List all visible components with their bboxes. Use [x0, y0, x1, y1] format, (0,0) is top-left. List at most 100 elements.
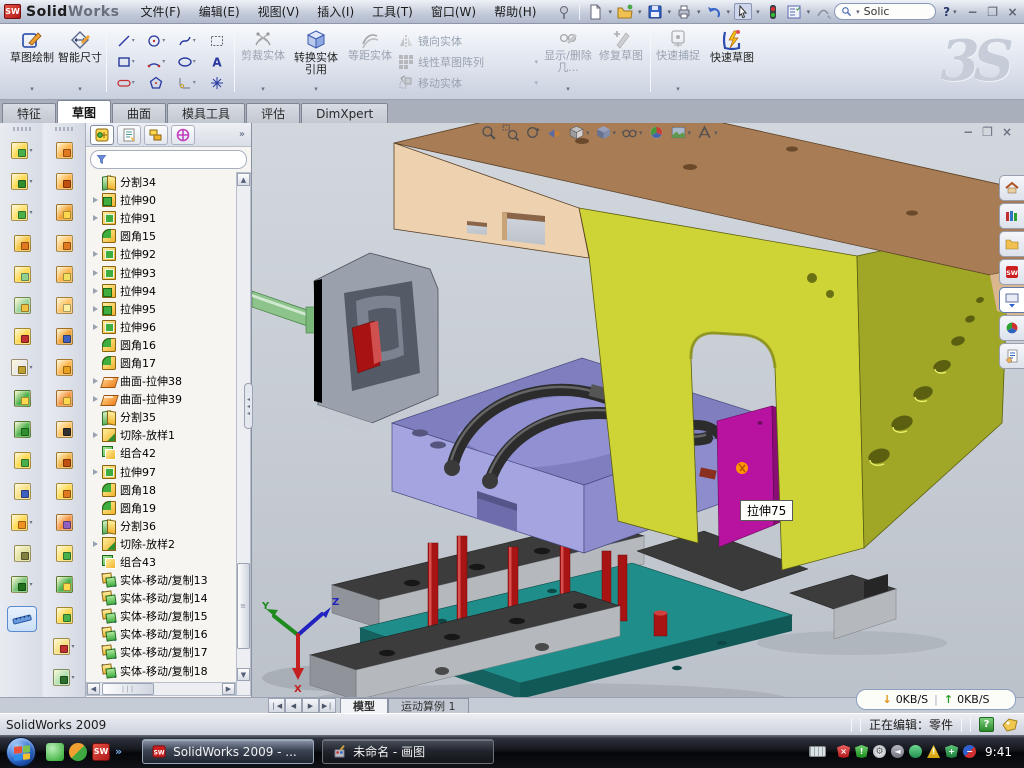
tree-item-实体-移动/复制13[interactable]: 实体-移动/复制13 — [86, 571, 236, 589]
extruded-cut-button[interactable]: ▾ — [11, 166, 32, 197]
propertymanager-icon[interactable] — [117, 125, 141, 145]
search-scope-dropdown[interactable]: ▾ — [856, 8, 860, 16]
tree-item-圆角16[interactable]: 圆角16 — [86, 336, 236, 354]
menu-4[interactable]: 工具(T) — [363, 1, 422, 22]
tab-评估[interactable]: 评估 — [246, 103, 300, 123]
loft-button[interactable] — [14, 228, 31, 259]
display-delete-relations-button[interactable]: 显示/删除几...▾ — [542, 27, 594, 97]
quick-snaps-button[interactable]: 快速捕捉▾ — [656, 27, 700, 97]
input-method-icon[interactable] — [809, 746, 826, 757]
repair-sketch-button[interactable]: 修复草图 — [598, 27, 644, 97]
delete-body-button[interactable] — [14, 538, 31, 569]
new-document-icon[interactable] — [586, 3, 604, 20]
rapid-sketch-button[interactable]: 快速草图 — [706, 27, 758, 97]
tree-item-实体-移动/复制16[interactable]: 实体-移动/复制16 — [86, 625, 236, 643]
zoom-area-icon[interactable] — [502, 124, 519, 141]
volume-icon[interactable]: ◄ — [891, 745, 904, 758]
scene-icon[interactable]: ▾ — [670, 124, 692, 141]
revolved-surface-button[interactable] — [56, 166, 73, 197]
tree-item-拉伸93[interactable]: 拉伸93 — [86, 263, 236, 281]
tree-item-分割35[interactable]: 分割35 — [86, 408, 236, 426]
sync-status-icon[interactable]: − — [963, 745, 976, 758]
network-warning-icon[interactable]: ! — [927, 745, 940, 758]
radiate-surface-button[interactable] — [56, 569, 73, 600]
fillet-sketch-tool[interactable]: ▾ — [177, 75, 196, 91]
menu-2[interactable]: 视图(V) — [249, 1, 309, 22]
quick-tips-icon[interactable]: ? — [979, 717, 994, 732]
open-folder-icon[interactable] — [616, 3, 634, 20]
linear-sketch-pattern-button[interactable]: 线性草图阵列▾ — [398, 51, 538, 72]
circle-tool[interactable]: ▾ — [146, 33, 165, 49]
replace-face-button[interactable] — [56, 445, 73, 476]
tree-hscroll-thumb[interactable]: ∣∣∣ — [102, 683, 154, 695]
undo-icon-dropdown[interactable]: ▾ — [727, 8, 731, 16]
trim-entities-button[interactable]: 剪裁实体▾ — [240, 27, 286, 97]
pen-gesture-icon[interactable] — [814, 3, 832, 20]
delete-face-button[interactable] — [56, 414, 73, 445]
panel-splitter-handle[interactable]: ◂◂◂ — [244, 383, 253, 429]
section-view-icon[interactable] — [546, 124, 563, 141]
tab-草图[interactable]: 草图 — [57, 100, 111, 123]
zoom-fit-icon[interactable] — [480, 124, 497, 141]
polygon-tool[interactable] — [148, 75, 164, 91]
knit-surface-button[interactable] — [56, 352, 73, 383]
options-list-icon[interactable] — [785, 3, 803, 20]
pin-icon[interactable] — [555, 3, 573, 20]
expand-arrow-icon[interactable] — [92, 270, 102, 276]
save-icon[interactable] — [646, 3, 664, 20]
tree-item-切除-放样2[interactable]: 切除-放样2 — [86, 535, 236, 553]
tree-item-组合42[interactable]: 组合42 — [86, 444, 236, 462]
tab-模具工具[interactable]: 模具工具 — [167, 103, 245, 123]
convert-entities-button[interactable]: 转换实体引用▾ — [290, 27, 342, 97]
measure-button[interactable] — [7, 606, 37, 632]
tree-filter-input[interactable] — [90, 150, 247, 169]
tag-icon[interactable] — [1002, 718, 1018, 732]
sketch-button[interactable]: 草图绘制▾ — [8, 27, 56, 97]
filled-surface-button[interactable] — [56, 538, 73, 569]
rebuild-lights-icon[interactable] — [764, 3, 782, 20]
sw-resources-icon[interactable]: SW — [999, 259, 1024, 285]
smart-dimension-button[interactable]: 智能尺寸▾ — [58, 27, 102, 97]
solidworks-quicklaunch-icon[interactable]: SW — [92, 743, 110, 761]
tree-item-圆角19[interactable]: 圆角19 — [86, 499, 236, 517]
point-tool[interactable] — [209, 75, 225, 91]
tree-item-切除-放样1[interactable]: 切除-放样1 — [86, 426, 236, 444]
menu-1[interactable]: 编辑(E) — [190, 1, 249, 22]
appearances-icon[interactable] — [648, 124, 665, 141]
doc-tab-模型[interactable]: 模型 — [340, 698, 388, 713]
help-dropdown[interactable]: ▾ — [953, 8, 957, 16]
antivirus-sphere-icon[interactable] — [69, 743, 87, 761]
close-button[interactable]: × — [1006, 5, 1020, 19]
fillet-button[interactable]: ▾ — [11, 197, 32, 228]
custom-properties-icon[interactable] — [999, 343, 1024, 369]
tree-item-圆角18[interactable]: 圆角18 — [86, 481, 236, 499]
minimize-button[interactable]: − — [966, 5, 980, 19]
boundary-surface-button[interactable] — [56, 197, 73, 228]
tree-item-曲面-拉伸39[interactable]: 曲面-拉伸39 — [86, 390, 236, 408]
select-dropdown[interactable]: ▾ — [756, 8, 760, 16]
tab-曲面[interactable]: 曲面 — [112, 103, 166, 123]
offset-surface-button[interactable] — [56, 259, 73, 290]
save-icon-dropdown[interactable]: ▾ — [668, 8, 672, 16]
split-body-button[interactable]: ▾ — [11, 507, 32, 538]
tree-item-拉伸92[interactable]: 拉伸92 — [86, 245, 236, 263]
menu-6[interactable]: 帮助(H) — [485, 1, 545, 22]
taskbar-clock[interactable]: 9:41 — [985, 745, 1012, 759]
untrim-surface-button[interactable] — [56, 476, 73, 507]
move-copy-body-button[interactable] — [14, 476, 31, 507]
tree-item-实体-移动/复制18[interactable]: 实体-移动/复制18 — [86, 662, 236, 680]
display-style-icon[interactable]: ▾ — [595, 124, 617, 141]
tree-item-圆角17[interactable]: 圆角17 — [86, 354, 236, 372]
new-document-icon-dropdown[interactable]: ▾ — [608, 8, 612, 16]
search-input[interactable]: ▾ Solic — [834, 3, 936, 20]
draft-button[interactable] — [14, 290, 31, 321]
expand-arrow-icon[interactable] — [92, 215, 102, 221]
rib-button[interactable] — [14, 414, 31, 445]
open-folder-icon-dropdown[interactable]: ▾ — [638, 8, 642, 16]
prev-study-button[interactable]: ◀ — [285, 698, 302, 713]
flex-button[interactable]: ▾ — [11, 569, 32, 600]
expand-arrow-icon[interactable] — [92, 197, 102, 203]
tree-scroll-up-button[interactable]: ▲ — [237, 173, 250, 186]
model-3d-view[interactable]: Y Z X — [252, 123, 1024, 697]
usb-device-icon[interactable] — [909, 745, 922, 758]
